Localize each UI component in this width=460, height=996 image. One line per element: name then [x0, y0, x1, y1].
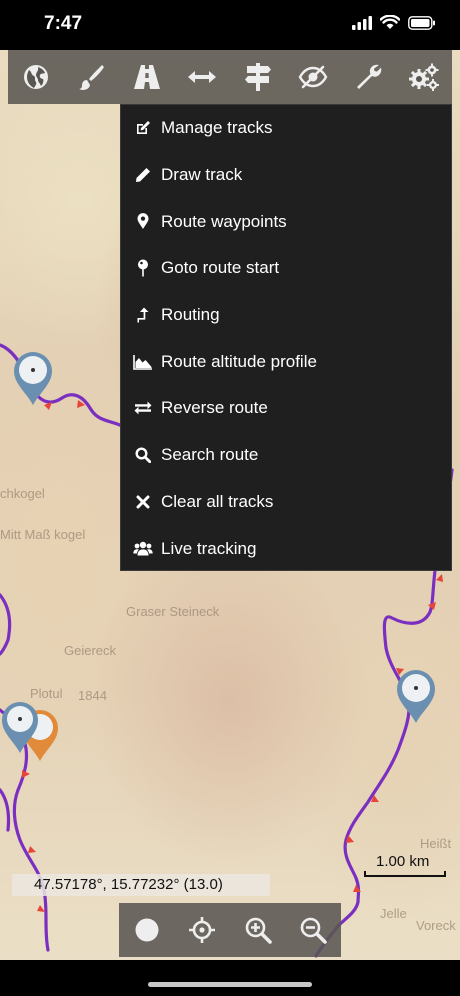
map-place-label: Voreck [416, 918, 456, 933]
menu-item-reverse-route[interactable]: Reverse route [121, 385, 451, 432]
menu-item-label: Route waypoints [161, 211, 287, 231]
menu-item-route-altitude-profile[interactable]: Route altitude profile [121, 338, 451, 385]
eye-slash-icon[interactable] [295, 59, 331, 95]
map-place-label: Jelle [380, 906, 407, 921]
menu-item-label: Manage tracks [161, 118, 273, 138]
area-chart-icon [131, 354, 155, 370]
menu-item-label: Clear all tracks [161, 491, 274, 511]
menu-item-draw-track[interactable]: Draw track [121, 152, 451, 199]
map-pin-icon [131, 213, 155, 230]
globe-icon[interactable] [18, 59, 54, 95]
status-time: 7:47 [44, 13, 83, 34]
menu-item-label: Route altitude profile [161, 351, 317, 371]
coordinates-readout: 47.57178°, 15.77232° (13.0) [12, 874, 270, 896]
map-place-label: chkogel [0, 486, 45, 501]
wrench-icon[interactable] [351, 59, 387, 95]
waypoint-marker[interactable] [12, 350, 54, 411]
exchange-icon [131, 401, 155, 415]
zoom-out-icon[interactable] [293, 910, 333, 950]
menu-item-label: Goto route start [161, 258, 280, 278]
battery-icon [408, 15, 436, 35]
menu-item-route-waypoints[interactable]: Route waypoints [121, 198, 451, 245]
edit-icon [131, 120, 155, 136]
signal-icon [352, 15, 372, 35]
scale-label: 1.00 km [376, 853, 430, 870]
users-icon [131, 541, 155, 556]
wifi-icon [379, 14, 401, 35]
map-place-label: Heißt [420, 836, 452, 851]
scale-bar [364, 871, 446, 877]
menu-item-label: Live tracking [161, 538, 257, 558]
menu-item-label: Search route [161, 445, 259, 465]
menu-item-clear-all-tracks[interactable]: Clear all tracks [121, 479, 451, 526]
turn-up-icon [131, 307, 155, 323]
scale-indicator: 1.00 km [364, 853, 448, 877]
close-icon [131, 495, 155, 509]
search-icon [131, 447, 155, 464]
bottom-controls [119, 903, 341, 957]
road-icon[interactable] [129, 59, 165, 95]
locate-crosshair-icon[interactable] [182, 910, 222, 950]
pencil-icon [131, 167, 155, 183]
map-place-label: 1844 [78, 688, 107, 703]
pushpin-icon [131, 259, 155, 277]
map-place-label: Graser Steineck [126, 604, 220, 619]
menu-item-label: Routing [161, 305, 220, 325]
waypoint-marker[interactable] [395, 668, 437, 729]
map-place-label: Geiereck [64, 643, 117, 658]
paintbrush-icon[interactable] [73, 59, 109, 95]
map-place-label: Mitt Maß kogel [0, 527, 86, 542]
menu-item-manage-tracks[interactable]: Manage tracks [121, 105, 451, 152]
zoom-in-icon[interactable] [238, 910, 278, 950]
tracks-menu: Manage tracks Draw track Route waypoints… [120, 104, 452, 571]
signpost-icon[interactable] [240, 59, 276, 95]
home-indicator[interactable] [148, 982, 312, 987]
gears-icon[interactable] [406, 59, 442, 95]
menu-item-search-route[interactable]: Search route [121, 432, 451, 479]
waypoint-marker[interactable] [0, 700, 40, 759]
status-bar: 7:47 [0, 0, 460, 50]
menu-item-live-tracking[interactable]: Live tracking [121, 525, 451, 572]
map-place-label: Plotul [30, 686, 63, 701]
record-icon[interactable] [127, 910, 167, 950]
menu-item-routing[interactable]: Routing [121, 292, 451, 339]
top-toolbar [8, 50, 452, 104]
arrows-horizontal-icon[interactable] [184, 59, 220, 95]
home-indicator-area [0, 960, 460, 996]
menu-item-label: Draw track [161, 165, 243, 185]
menu-item-goto-route-start[interactable]: Goto route start [121, 245, 451, 292]
menu-item-label: Reverse route [161, 398, 268, 418]
